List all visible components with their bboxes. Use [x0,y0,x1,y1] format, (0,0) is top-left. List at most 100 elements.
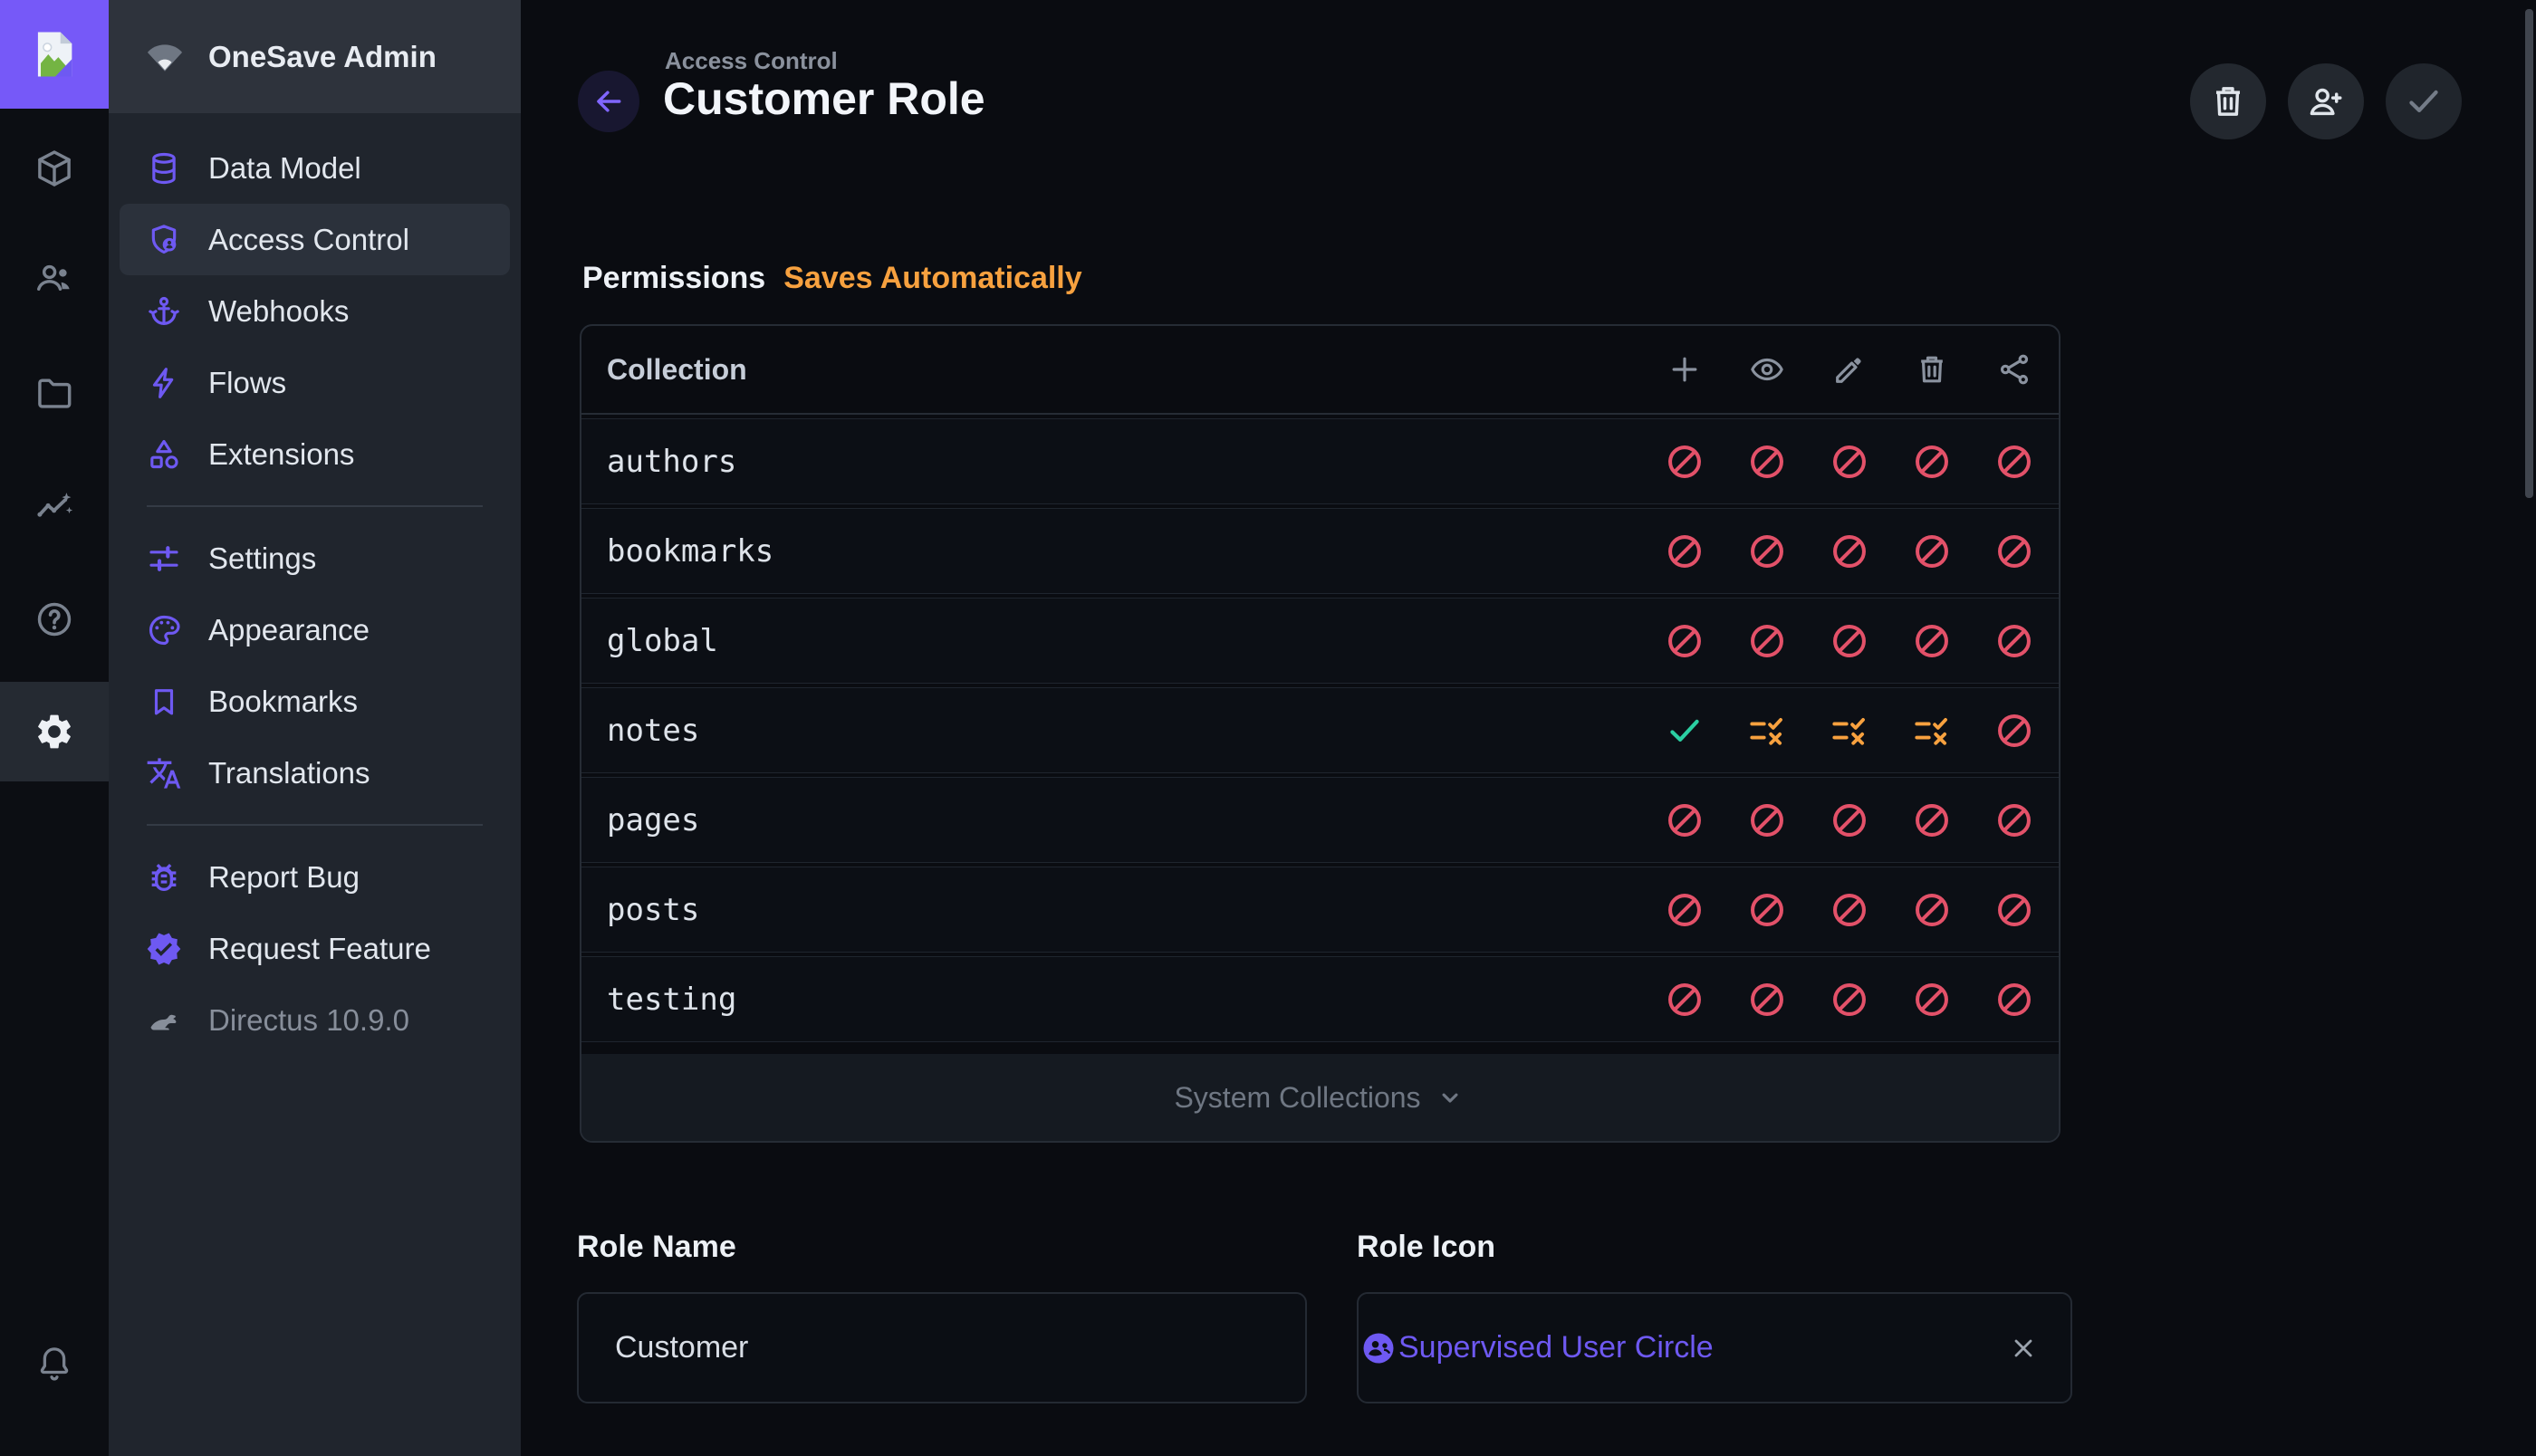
sidebar-item-translations[interactable]: Translations [120,737,510,809]
sidebar-item-access-control[interactable]: Access Control [120,204,510,275]
system-collections-toggle[interactable]: System Collections [581,1054,2059,1141]
sidebar-item-label: Appearance [208,613,370,647]
permission-pages-update[interactable] [1808,800,1890,840]
block-icon [1747,980,1787,1020]
permission-bookmarks-create[interactable] [1643,532,1725,571]
permission-posts-delete[interactable] [1890,890,1973,930]
rule-icon [1830,711,1869,751]
sidebar-item-data-model[interactable]: Data Model [120,132,510,204]
block-icon [1665,890,1705,930]
column-delete[interactable] [1890,351,1973,388]
permission-bookmarks-read[interactable] [1725,532,1808,571]
sidebar-item-request-feature[interactable]: Request Feature [120,913,510,984]
module-content[interactable] [0,119,109,218]
scrollbar-thumb[interactable] [2525,9,2533,498]
supervised-user-circle-icon [1359,1328,1398,1368]
permission-notes-update[interactable] [1808,711,1890,751]
back-button[interactable] [578,71,639,132]
bell-icon [34,1344,74,1384]
sidebar-item-flows[interactable]: Flows [120,347,510,418]
module-help[interactable] [0,570,109,669]
permission-pages-create[interactable] [1643,800,1725,840]
permission-notes-create[interactable] [1643,711,1725,751]
module-files[interactable] [0,343,109,443]
collection-name: pages [581,802,1643,838]
sidebar-item-bookmarks[interactable]: Bookmarks [120,666,510,737]
module-insights[interactable] [0,458,109,558]
header-actions [2190,63,2462,139]
permission-authors-update[interactable] [1808,442,1890,482]
collection-column-header: Collection [581,353,1643,387]
project-chooser[interactable]: OneSave Admin [109,0,521,113]
permission-authors-delete[interactable] [1890,442,1973,482]
permission-bookmarks-update[interactable] [1808,532,1890,571]
permission-notes-share[interactable] [1973,711,2055,751]
permission-pages-share[interactable] [1973,800,2055,840]
block-icon [1747,890,1787,930]
permission-authors-create[interactable] [1643,442,1725,482]
block-icon [1665,980,1705,1020]
save-button[interactable] [2386,63,2462,139]
permission-row-notes: notes [581,687,2059,773]
sidebar-item-report-bug[interactable]: Report Bug [120,841,510,913]
role-name-label: Role Name [577,1230,736,1265]
bug-icon [146,859,182,896]
permission-testing-read[interactable] [1725,980,1808,1020]
sidebar-item-appearance[interactable]: Appearance [120,594,510,666]
column-create[interactable] [1643,351,1725,388]
sidebar-nav: Data ModelAccess ControlWebhooksFlowsExt… [109,113,521,1056]
permission-testing-share[interactable] [1973,980,2055,1020]
permission-posts-read[interactable] [1725,890,1808,930]
invite-users-button[interactable] [2288,63,2364,139]
permission-testing-update[interactable] [1808,980,1890,1020]
block-icon [1994,621,2034,661]
block-icon [1912,800,1952,840]
permission-testing-create[interactable] [1643,980,1725,1020]
help-icon [34,599,75,640]
permission-testing-delete[interactable] [1890,980,1973,1020]
module-settings[interactable] [0,682,109,781]
sidebar-item-directus-10-9-0[interactable]: Directus 10.9.0 [120,984,510,1056]
permission-notes-read[interactable] [1725,711,1808,751]
collection-name: global [581,623,1643,659]
sidebar-item-settings[interactable]: Settings [120,522,510,594]
permission-cells [1643,711,2059,751]
permission-authors-read[interactable] [1725,442,1808,482]
app-window: OneSave Admin Data ModelAccess ControlWe… [0,0,2536,1456]
module-users[interactable] [0,228,109,328]
role-name-input[interactable]: Customer [577,1292,1307,1403]
block-icon [1665,442,1705,482]
notifications-button[interactable] [0,1314,109,1413]
permission-global-create[interactable] [1643,621,1725,661]
shield-person-icon [146,222,182,258]
sidebar-item-extensions[interactable]: Extensions [120,418,510,490]
permission-notes-delete[interactable] [1890,711,1973,751]
permission-bookmarks-delete[interactable] [1890,532,1973,571]
sidebar-item-webhooks[interactable]: Webhooks [120,275,510,347]
permission-global-share[interactable] [1973,621,2055,661]
column-share[interactable] [1973,351,2055,388]
permission-row-authors: authors [581,418,2059,504]
column-update[interactable] [1808,351,1890,388]
permission-posts-share[interactable] [1973,890,2055,930]
permission-pages-read[interactable] [1725,800,1808,840]
permission-global-update[interactable] [1808,621,1890,661]
broken-image-icon [26,26,82,82]
people-icon [34,257,75,299]
delete-role-button[interactable] [2190,63,2266,139]
permission-pages-delete[interactable] [1890,800,1973,840]
project-logo[interactable] [0,0,109,109]
permission-global-read[interactable] [1725,621,1808,661]
permission-posts-create[interactable] [1643,890,1725,930]
clear-role-icon-button[interactable] [2009,1334,2038,1363]
permission-bookmarks-share[interactable] [1973,532,2055,571]
permissions-heading: PermissionsSaves Automatically [582,261,1082,296]
column-read[interactable] [1725,351,1808,388]
permission-posts-update[interactable] [1808,890,1890,930]
translate-icon [146,755,182,791]
permission-authors-share[interactable] [1973,442,2055,482]
block-icon [1830,890,1869,930]
role-icon-input[interactable]: Supervised User Circle [1357,1292,2072,1403]
permission-global-delete[interactable] [1890,621,1973,661]
permissions-table: Collection authorsbookmarksglobalnotespa… [580,324,2060,1143]
